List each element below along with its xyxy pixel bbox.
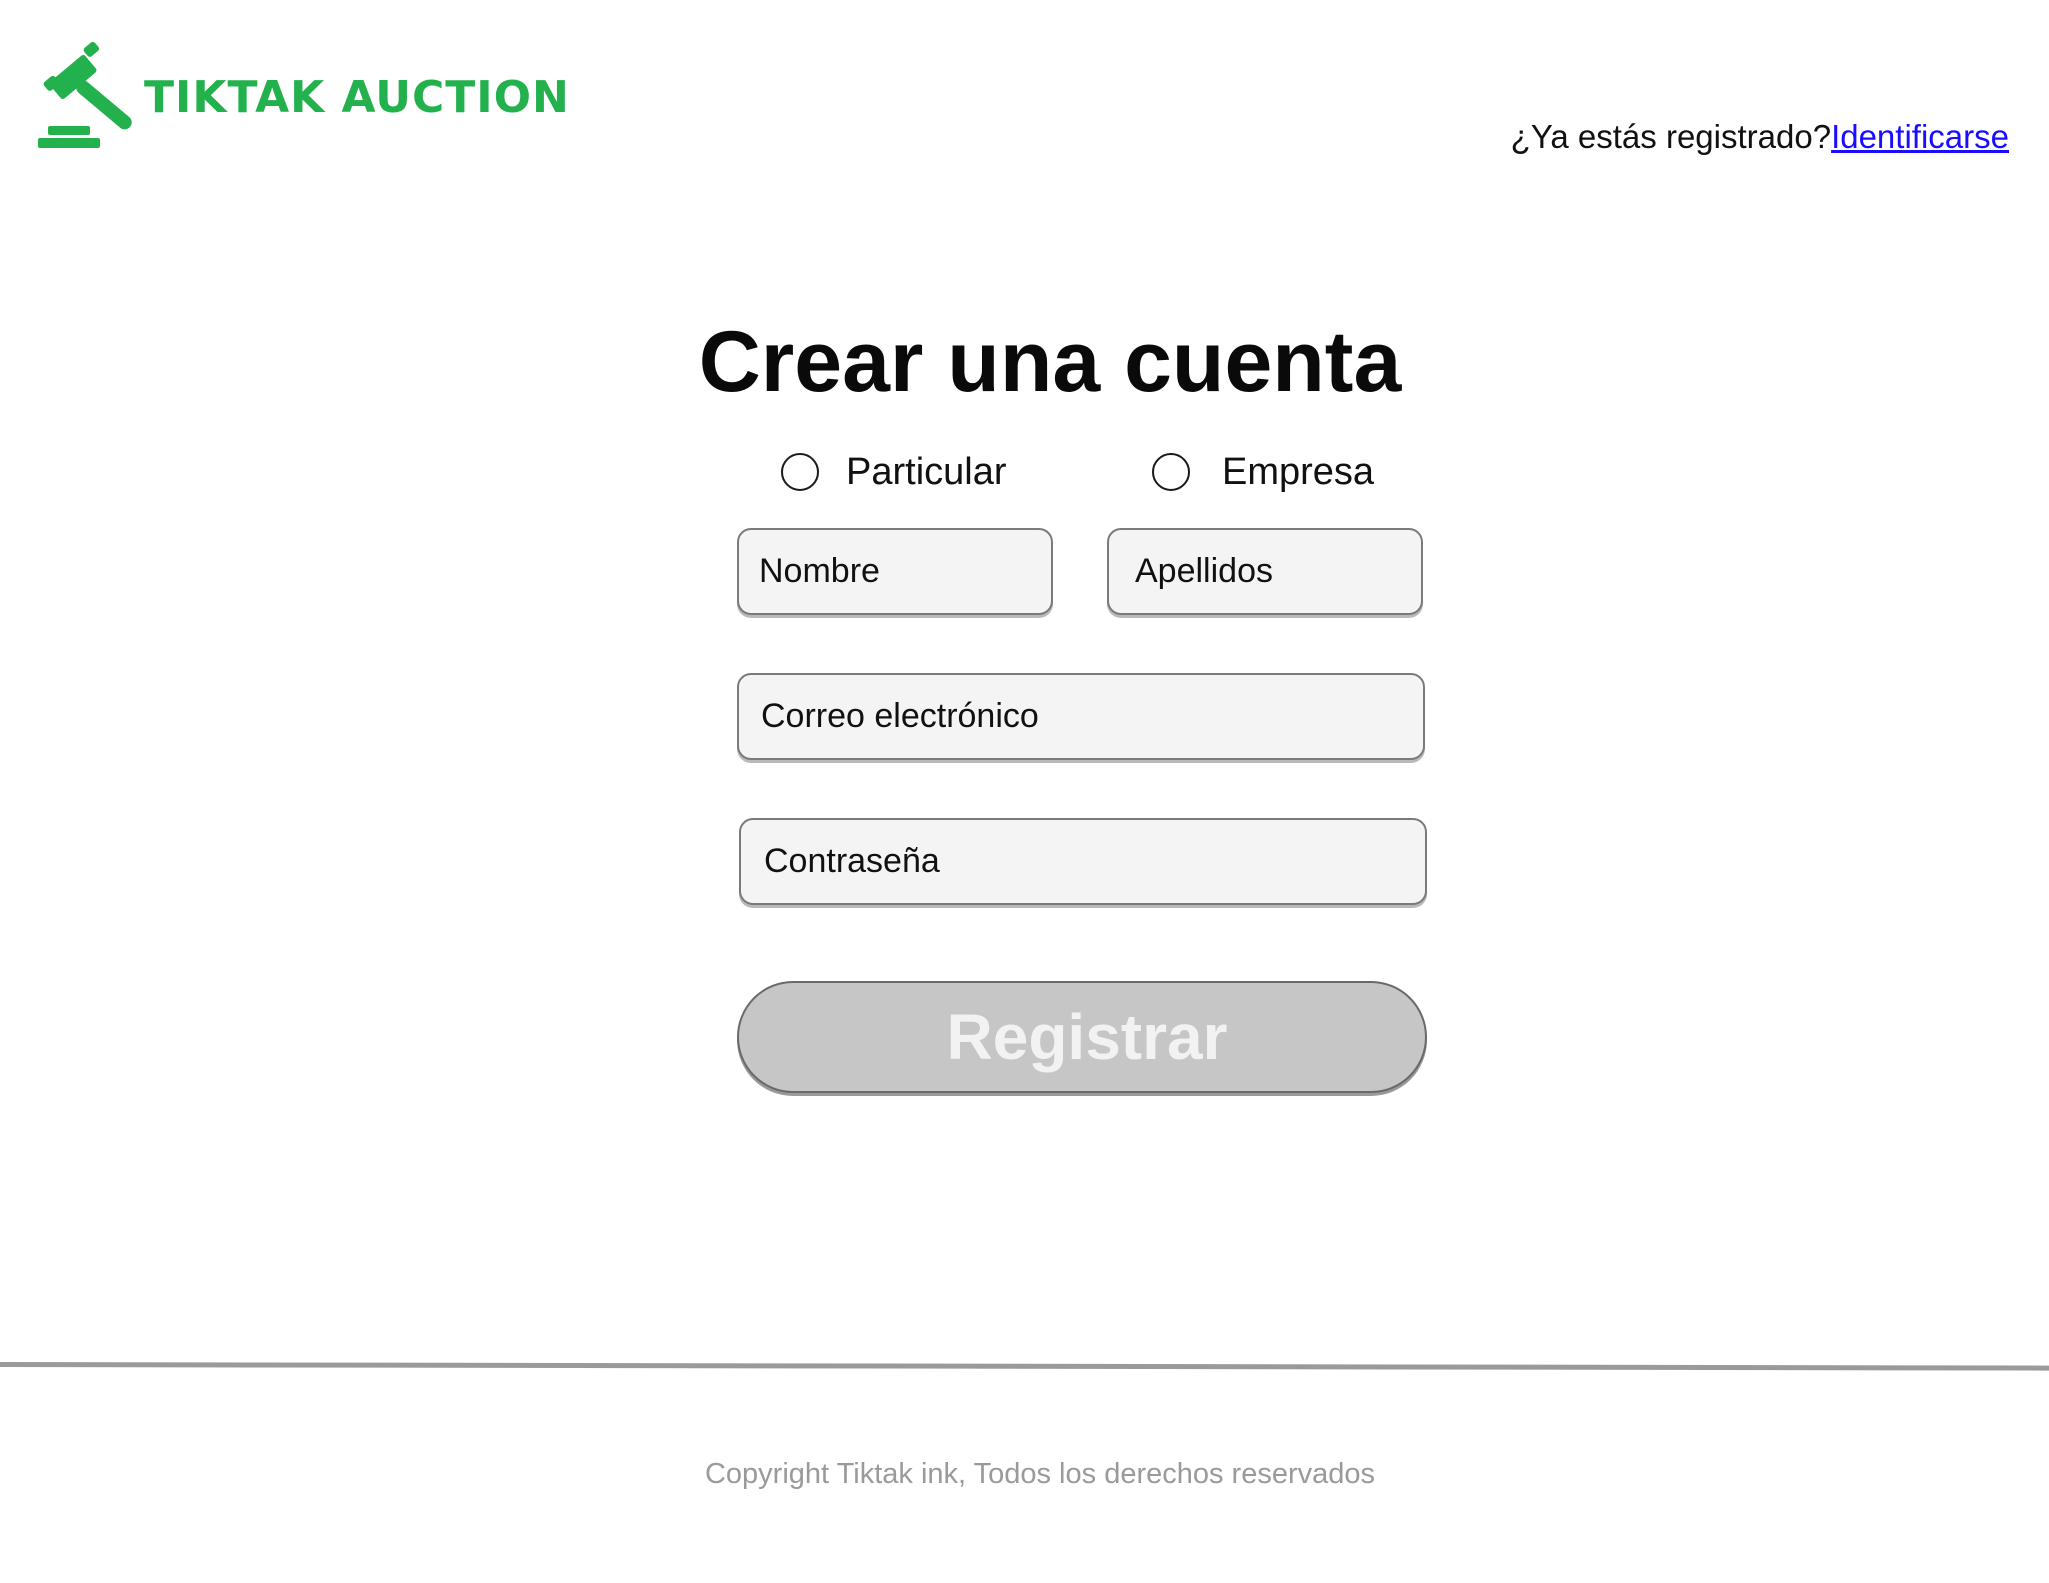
email-input[interactable] xyxy=(737,673,1425,760)
copyright-text: Copyright Tiktak ink, Todos los derechos… xyxy=(704,1458,1376,1490)
signin-prompt-text: ¿Ya estás registrado? xyxy=(1510,118,1832,155)
register-button[interactable]: Registrar xyxy=(737,981,1427,1093)
radio-label-particular: Particular xyxy=(846,450,1007,493)
page-title: Crear una cuenta xyxy=(698,314,1402,410)
radio-button-particular[interactable] xyxy=(781,453,819,491)
signin-prompt: ¿Ya estás registrado?Identificarse xyxy=(1511,118,2017,156)
gavel-icon xyxy=(38,41,132,148)
radio-label-empresa: Empresa xyxy=(1222,450,1375,493)
radio-button-empresa[interactable] xyxy=(1152,453,1190,491)
first-name-input[interactable] xyxy=(737,528,1053,615)
brand-logo[interactable]: TIKTAK AUCTION xyxy=(34,40,570,148)
footer-divider xyxy=(0,1362,2049,1371)
account-type-particular[interactable]: Particular xyxy=(781,448,1007,496)
brand-name: TIKTAK AUCTION xyxy=(144,71,570,123)
signin-link[interactable]: Identificarse xyxy=(1831,118,2017,155)
password-input[interactable] xyxy=(739,818,1427,905)
last-name-input[interactable] xyxy=(1107,528,1423,615)
account-type-empresa[interactable]: Empresa xyxy=(1152,448,1374,496)
